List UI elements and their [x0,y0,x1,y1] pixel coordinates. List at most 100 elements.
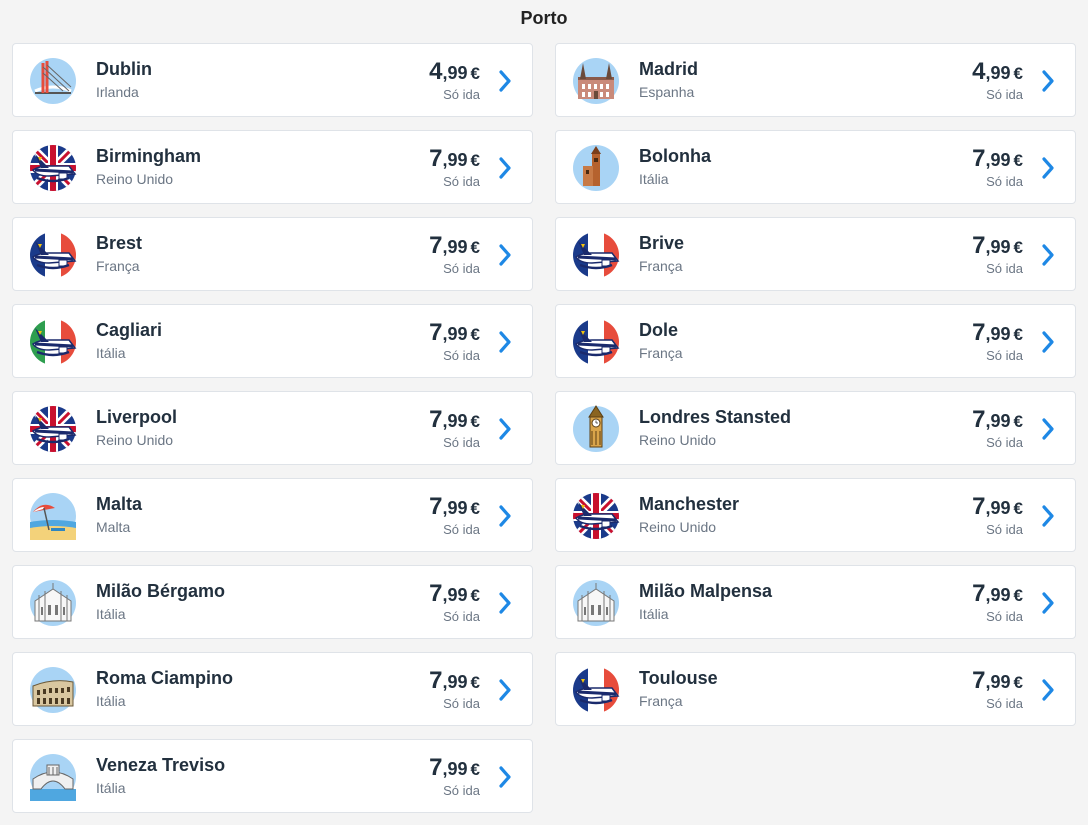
chevron-right-icon[interactable] [498,504,512,528]
destination-card[interactable]: Dublin Irlanda 4,99 € Só ida [12,43,533,117]
price-decimal: ,99 [985,672,1011,692]
price-integer: 7 [429,754,443,781]
price-integer: 7 [429,319,443,346]
trip-type: Só ida [443,174,480,189]
plane-uk-icon [29,405,77,453]
destination-price: 7,99 € [429,580,480,608]
destination-card[interactable]: Madrid Espanha 4,99 € Só ida [555,43,1076,117]
destination-city: Birmingham [96,146,202,166]
price-currency: € [470,586,480,605]
big-ben-icon [572,405,620,453]
price-currency: € [1013,325,1023,344]
chevron-right-icon[interactable] [498,678,512,702]
beach-icon [29,492,77,540]
trip-type: Só ida [443,783,480,798]
chevron-right-icon[interactable] [498,69,512,93]
trip-type: Só ida [443,435,480,450]
chevron-right-icon[interactable] [498,591,512,615]
destination-price: 7,99 € [972,319,1023,347]
destination-city: Malta [96,494,143,514]
price-currency: € [470,151,480,170]
destination-city: Manchester [639,494,740,514]
trip-type: Só ida [443,609,480,624]
price-integer: 7 [972,493,986,520]
destination-country: Reino Unido [96,171,174,187]
destination-country: França [639,258,683,274]
chevron-right-icon[interactable] [1041,678,1055,702]
price-currency: € [1013,586,1023,605]
price-currency: € [470,412,480,431]
price-currency: € [470,499,480,518]
chevron-right-icon[interactable] [1041,417,1055,441]
destination-card[interactable]: Milão Bérgamo Itália 7,99 € Só ida [12,565,533,639]
destination-city: Dublin [96,59,152,79]
chevron-right-icon[interactable] [498,156,512,180]
destination-card[interactable]: Liverpool Reino Unido 7,99 € Só ida [12,391,533,465]
plane-fr-icon [572,318,620,366]
destination-country: Itália [96,780,126,796]
trip-type: Só ida [443,696,480,711]
chevron-right-icon[interactable] [1041,330,1055,354]
chevron-right-icon[interactable] [498,765,512,789]
destination-card[interactable]: Veneza Treviso Itália 7,99 € Só ida [12,739,533,813]
destination-card[interactable]: Londres Stansted Reino Unido 7,99 € Só id… [555,391,1076,465]
chevron-right-icon[interactable] [498,243,512,267]
plane-fr-icon [572,231,620,279]
destination-city: Londres Stansted [639,407,792,427]
price-decimal: ,99 [985,411,1011,431]
price-currency: € [1013,238,1023,257]
destination-price: 7,99 € [972,493,1023,521]
price-integer: 7 [972,406,986,433]
price-currency: € [1013,412,1023,431]
trip-type: Só ida [443,348,480,363]
price-decimal: ,99 [442,63,468,83]
destination-country: Itália [96,693,126,709]
destination-card[interactable]: Birmingham Reino Unido 7,99 € Só ida [12,130,533,204]
price-decimal: ,99 [985,63,1011,83]
destination-city: Brest [96,233,143,253]
destination-price: 4,99 € [972,58,1023,86]
plane-uk-icon [572,492,620,540]
destination-country: Irlanda [96,84,139,100]
destination-city: Milão Bérgamo [96,581,226,601]
destination-card[interactable]: Manchester Reino Unido 7,99 € Só ida [555,478,1076,552]
destination-card[interactable]: Milão Malpensa Itália 7,99 € Só ida [555,565,1076,639]
price-decimal: ,99 [442,150,468,170]
destination-card[interactable]: Bolonha Itália 7,99 € Só ida [555,130,1076,204]
destination-card[interactable]: Cagliari Itália 7,99 € Só ida [12,304,533,378]
price-decimal: ,99 [985,585,1011,605]
price-decimal: ,99 [442,672,468,692]
chevron-right-icon[interactable] [1041,69,1055,93]
chevron-right-icon[interactable] [1041,591,1055,615]
chevron-right-icon[interactable] [498,417,512,441]
destination-card[interactable]: Malta Malta 7,99 € Só ida [12,478,533,552]
destination-price: 7,99 € [429,667,480,695]
chevron-right-icon[interactable] [1041,243,1055,267]
destination-price: 7,99 € [972,667,1023,695]
price-currency: € [470,238,480,257]
price-currency: € [1013,673,1023,692]
tower-icon [572,144,620,192]
destination-card[interactable]: Brive França 7,99 € Só ida [555,217,1076,291]
destination-country: Reino Unido [96,432,174,448]
price-integer: 7 [429,145,443,172]
destination-card[interactable]: Brest França 7,99 € Só ida [12,217,533,291]
destination-country: Itália [639,606,669,622]
plane-it-icon [29,318,77,366]
trip-type: Só ida [443,87,480,102]
plane-fr-icon [29,231,77,279]
bridge-icon [29,57,77,105]
destination-card[interactable]: Dole França 7,99 € Só ida [555,304,1076,378]
destination-card[interactable]: Roma Ciampino Itália 7,99 € Só ida [12,652,533,726]
destination-price: 7,99 € [429,754,480,782]
chevron-right-icon[interactable] [1041,156,1055,180]
price-decimal: ,99 [985,324,1011,344]
chevron-right-icon[interactable] [1041,504,1055,528]
destination-city: Milão Malpensa [639,581,773,601]
destination-country: França [96,258,140,274]
price-decimal: ,99 [985,150,1011,170]
chevron-right-icon[interactable] [498,330,512,354]
destination-card[interactable]: Toulouse França 7,99 € Só ida [555,652,1076,726]
destination-city: Cagliari [96,320,163,340]
destination-city: Dole [639,320,679,340]
